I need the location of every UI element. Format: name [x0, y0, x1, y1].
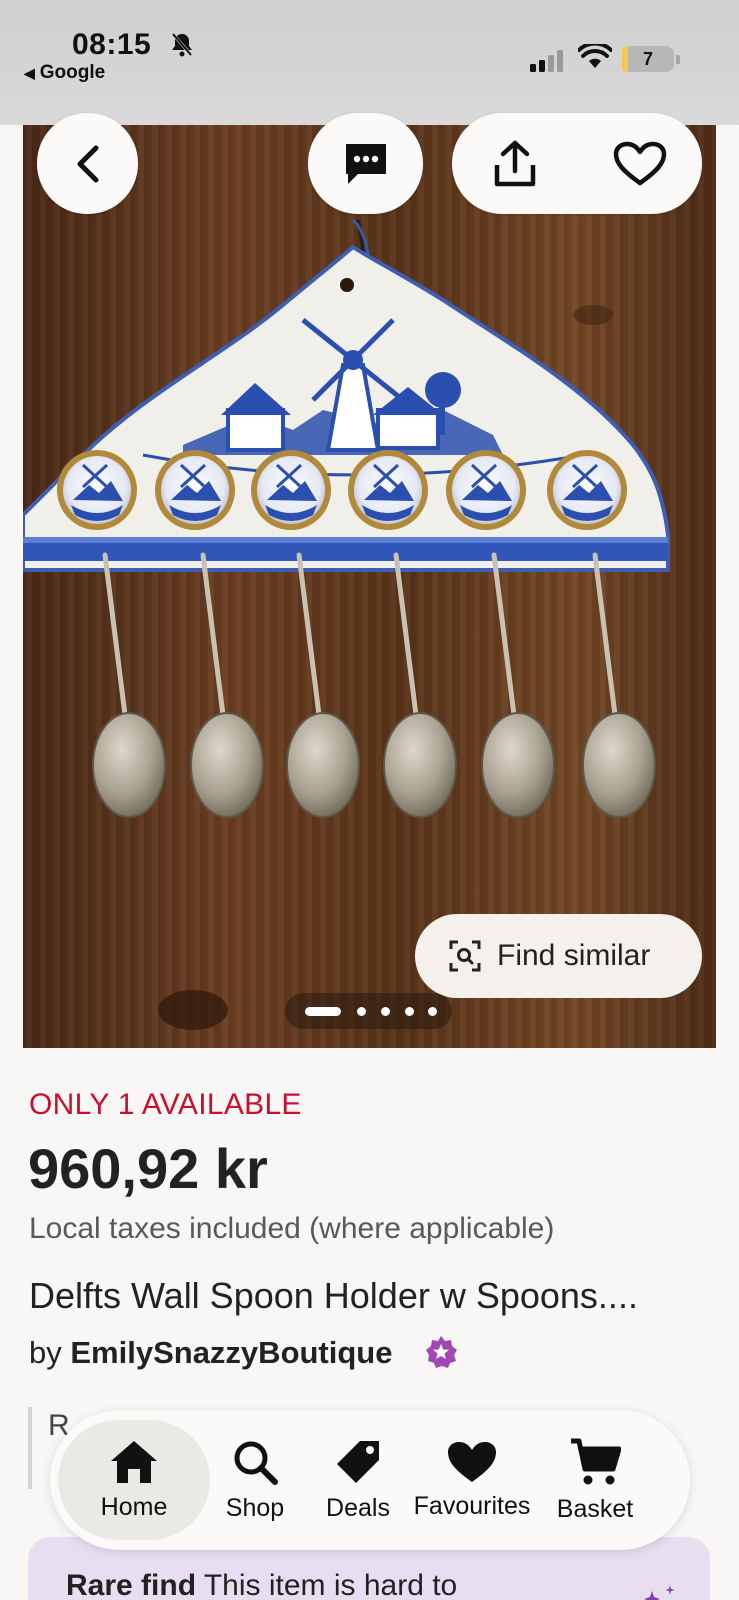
spoon-bowl [92, 712, 166, 818]
find-similar-button[interactable]: Find similar [415, 914, 702, 998]
shop-name: EmilySnazzyBoutique [70, 1335, 393, 1370]
page-dot [357, 1007, 366, 1016]
listing-page: 08:15 ◀ Google 7 Find similar ONLY 1 AVA… [0, 0, 739, 1600]
nav-home[interactable]: Home [58, 1410, 210, 1550]
battery-level: 7 [642, 49, 653, 69]
back-app-label: Google [39, 62, 106, 83]
spoons-illustration [57, 450, 656, 818]
spoon-handle [592, 552, 618, 718]
spoon-handle [102, 552, 128, 718]
spoon-handle [393, 552, 419, 718]
tax-note: Local taxes included (where applicable) [29, 1212, 555, 1245]
share-favourite-group [452, 113, 702, 214]
wifi-icon [578, 44, 612, 68]
visual-search-icon [449, 940, 481, 972]
chevron-left-icon [77, 145, 98, 182]
nav-home-label: Home [100, 1492, 168, 1521]
back-triangle-icon: ◀ [24, 65, 35, 81]
price: 960,92 kr [28, 1137, 268, 1200]
cart-icon [571, 1438, 621, 1484]
battery-tip [676, 55, 680, 64]
back-to-google[interactable]: ◀ Google [24, 62, 105, 84]
find-similar-label: Find similar [497, 939, 651, 972]
nav-basket[interactable]: Basket [540, 1410, 650, 1550]
share-icon [494, 140, 535, 186]
home-icon [111, 1440, 157, 1483]
bottom-navigation: Home Shop Deals Favourites Basket [50, 1410, 690, 1550]
spoon-bowl [286, 712, 360, 818]
availability-label: ONLY 1 AVAILABLE [29, 1088, 302, 1121]
by-label: by [29, 1335, 62, 1370]
chat-bubble-icon [345, 143, 386, 184]
nav-deals[interactable]: Deals [306, 1410, 410, 1550]
spoon-bowl [383, 712, 457, 818]
spoon-handle [491, 552, 517, 718]
reviews-divider [28, 1407, 32, 1489]
spoon-handle [296, 552, 322, 718]
rare-find-body: This item is hard to [196, 1569, 458, 1600]
rare-find-text: Rare find This item is hard to [66, 1569, 457, 1600]
signal-icon [530, 50, 563, 72]
page-dot [381, 1007, 390, 1016]
spoon-bowl [481, 712, 555, 818]
battery-indicator: 7 [622, 46, 680, 72]
spoon-bowl [582, 712, 656, 818]
status-time: 08:15 [72, 28, 152, 61]
nav-favourites[interactable]: Favourites [410, 1410, 534, 1550]
star-seller-icon [426, 1336, 457, 1368]
page-dot-active [305, 1007, 341, 1016]
spoon-bowl [190, 712, 264, 818]
back-button[interactable] [37, 113, 138, 214]
shop-link[interactable]: by EmilySnazzyBoutique [29, 1335, 392, 1371]
nav-shop-label: Shop [225, 1493, 285, 1522]
status-bar: 08:15 ◀ Google 7 [0, 0, 739, 125]
spoon-handle [200, 552, 226, 718]
nav-favourites-label: Favourites [413, 1491, 531, 1520]
favourite-button[interactable] [577, 113, 702, 214]
bell-muted-icon [170, 32, 194, 57]
heart-icon [448, 1441, 496, 1482]
message-seller-button[interactable] [308, 113, 423, 214]
nav-basket-label: Basket [556, 1494, 634, 1523]
page-dot [405, 1007, 414, 1016]
nav-deals-label: Deals [326, 1493, 390, 1522]
share-button[interactable] [452, 113, 577, 214]
sparkle-icon [644, 1585, 675, 1600]
tag-icon [337, 1440, 379, 1483]
search-icon [234, 1441, 278, 1485]
listing-title[interactable]: Delfts Wall Spoon Holder w Spoons.... [29, 1275, 638, 1317]
product-image[interactable] [23, 125, 716, 1048]
nav-shop[interactable]: Shop [208, 1410, 302, 1550]
page-dot [428, 1007, 437, 1016]
image-pagination[interactable] [285, 993, 452, 1029]
rare-find-title: Rare find [66, 1569, 197, 1600]
heart-outline-icon [613, 141, 666, 185]
